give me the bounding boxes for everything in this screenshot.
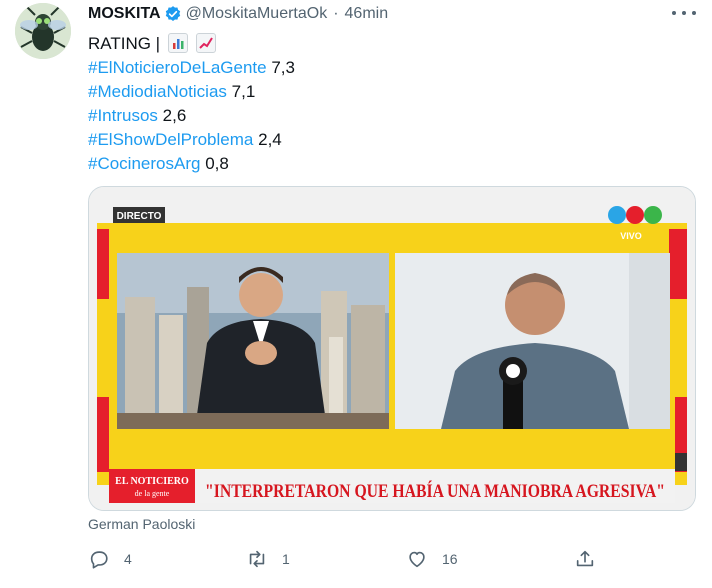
reply-count: 4 — [124, 551, 132, 567]
avatar[interactable] — [15, 3, 71, 59]
bar-chart-emoji-icon — [167, 33, 188, 53]
like-button[interactable]: 16 — [406, 548, 458, 570]
hashtag-link[interactable]: #ElShowDelProblema — [88, 130, 253, 149]
channel-label: VIVO — [620, 231, 642, 241]
tv-broadcast-frame: DIRECTO VIVO EL NOTICIERO de la gente "I… — [89, 187, 695, 510]
like-count: 16 — [442, 551, 458, 567]
author-handle[interactable]: @MoskitaMuertaOk — [186, 5, 328, 23]
rating-line: RATING | — [88, 32, 295, 56]
retweet-icon — [249, 550, 265, 568]
chart-increasing-emoji-icon — [195, 33, 216, 53]
more-options-icon[interactable] — [672, 4, 696, 22]
rating-value: 0,8 — [205, 154, 229, 173]
tweet-time[interactable]: 46min — [345, 5, 389, 23]
tweet-media[interactable]: DIRECTO VIVO EL NOTICIERO de la gente "I… — [88, 186, 696, 511]
hashtag-link[interactable]: #ElNoticieroDeLaGente — [88, 58, 267, 77]
separator-dot: · — [333, 5, 339, 22]
show-logo-line2: de la gente — [135, 489, 170, 498]
headline-text: "INTERPRETARON QUE HABÍA UNA MANIOBRA AG… — [205, 480, 665, 502]
hashtag-link[interactable]: #CocinerosArg — [88, 154, 200, 173]
media-caption[interactable]: German Paoloski — [88, 516, 195, 532]
hashtag-link[interactable]: #MediodiaNoticias — [88, 82, 227, 101]
mosquito-avatar-icon — [15, 3, 71, 59]
rating-value: 2,4 — [258, 130, 282, 149]
tweet-text: RATING | #ElNoticieroDeLaGente 7,3 #Medi… — [88, 32, 295, 176]
rating-row: #Intrusos 2,6 — [88, 104, 295, 128]
rating-row: #ElShowDelProblema 2,4 — [88, 128, 295, 152]
author-name[interactable]: MOSKITA — [88, 5, 161, 23]
rating-value: 2,6 — [162, 106, 187, 125]
hashtag-link[interactable]: #Intrusos — [88, 106, 158, 125]
rating-row: #ElNoticieroDeLaGente 7,3 — [88, 56, 295, 80]
rating-value: 7,1 — [231, 82, 256, 101]
rating-value: 7,3 — [271, 58, 295, 77]
rating-row: #MediodiaNoticias 7,1 — [88, 80, 295, 104]
rating-row: #CocinerosArg 0,8 — [88, 152, 295, 176]
tweet-header: MOSKITA @MoskitaMuertaOk · 46min — [88, 5, 388, 23]
share-icon — [576, 550, 594, 567]
show-logo-line1: EL NOTICIERO — [115, 476, 189, 487]
live-badge: DIRECTO — [117, 211, 162, 222]
verified-badge-icon — [164, 5, 182, 23]
rating-label: RATING | — [88, 34, 161, 53]
retweet-button[interactable]: 1 — [246, 548, 290, 570]
reply-icon — [90, 551, 108, 569]
retweet-count: 1 — [282, 551, 290, 567]
like-icon — [409, 551, 425, 568]
share-button[interactable] — [574, 548, 596, 570]
reply-button[interactable]: 4 — [88, 548, 132, 570]
action-bar: 4 1 16 — [88, 548, 608, 574]
